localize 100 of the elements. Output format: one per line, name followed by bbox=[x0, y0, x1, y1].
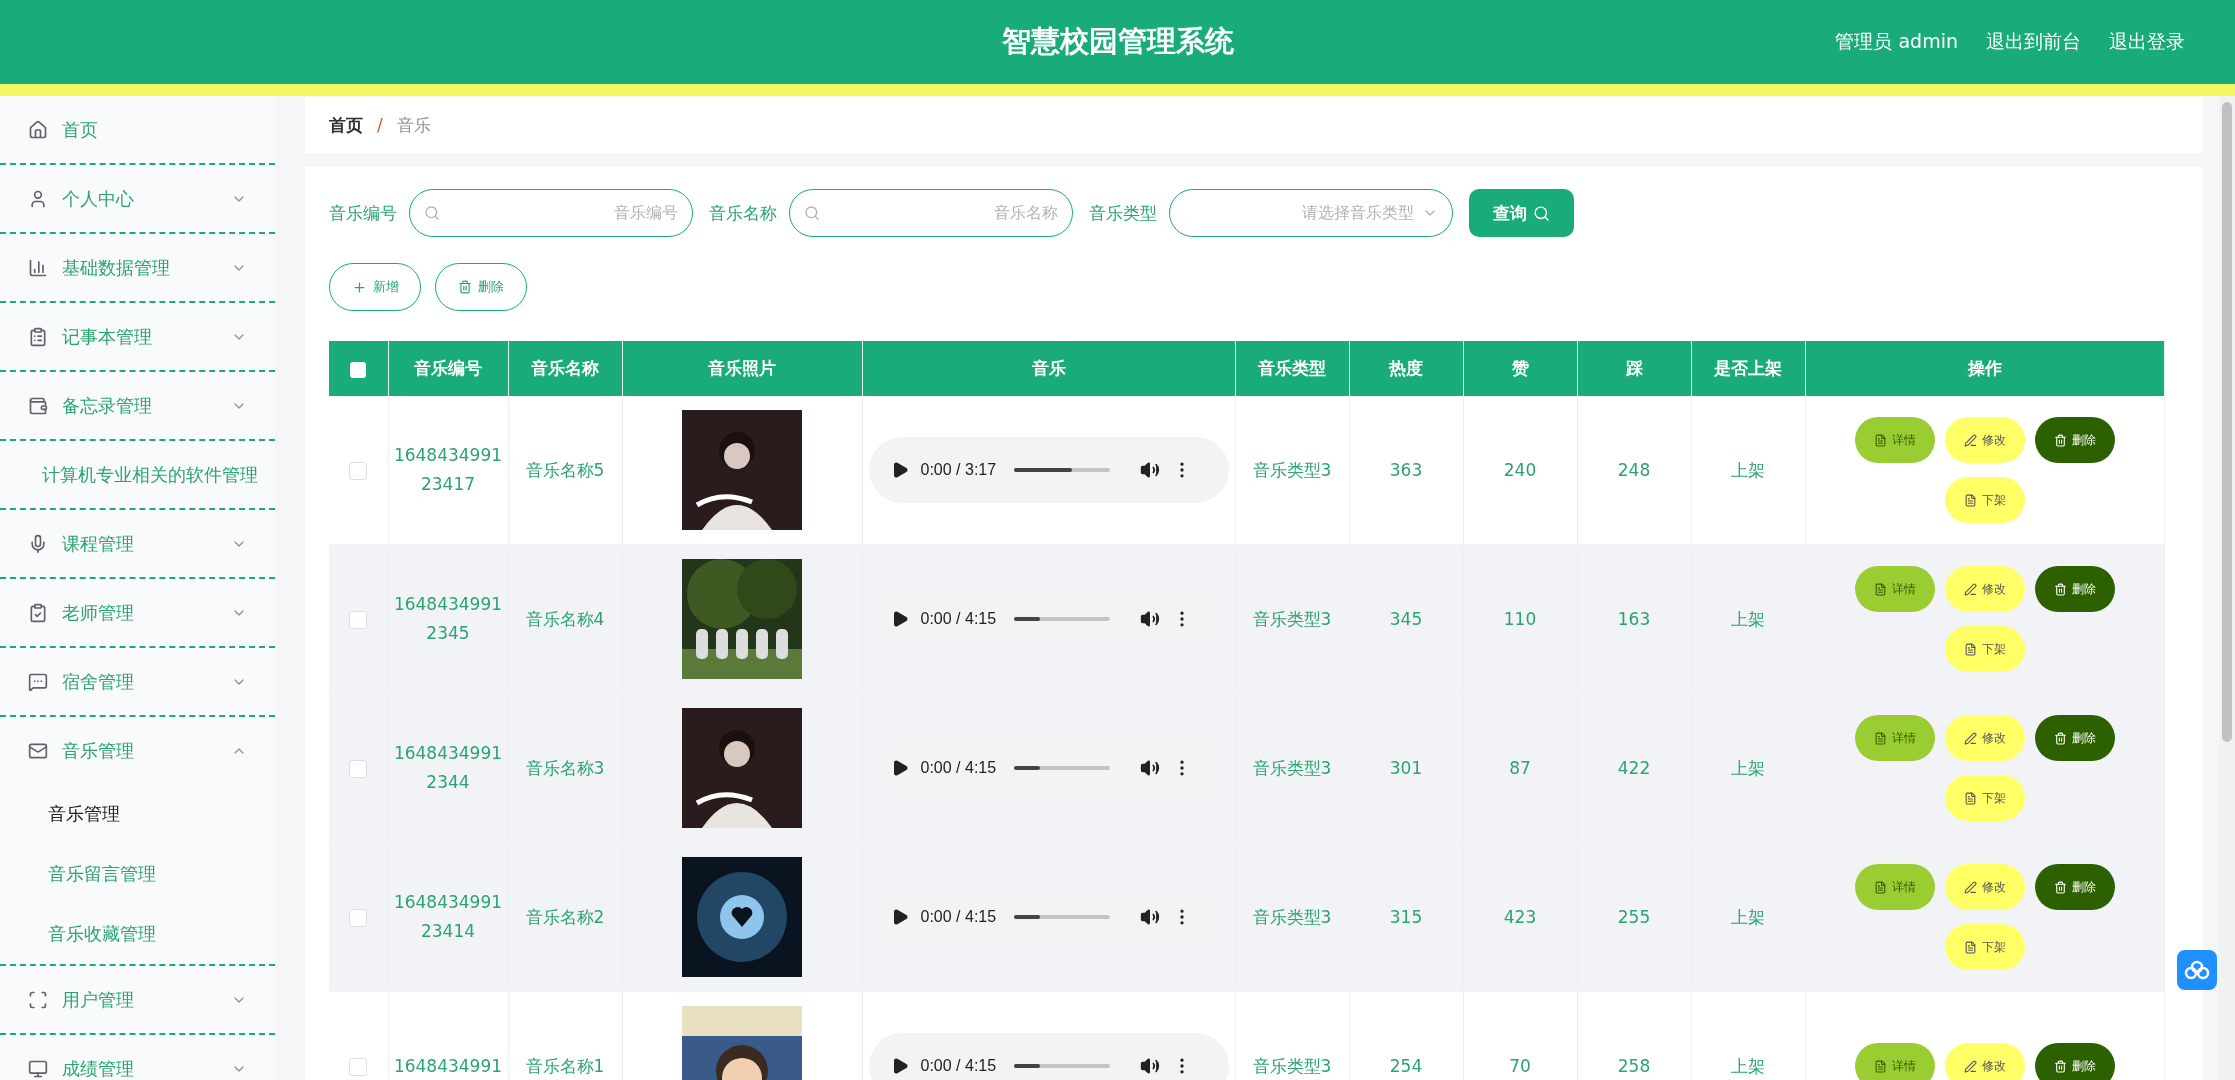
column-header: 音乐名称 bbox=[508, 341, 622, 396]
column-header: 赞 bbox=[1463, 341, 1577, 396]
submenu-item[interactable]: 音乐留言管理 bbox=[0, 844, 275, 904]
audio-player[interactable]: 0:00 / 4:15 bbox=[868, 884, 1229, 950]
submenu-item[interactable]: 音乐收藏管理 bbox=[0, 904, 275, 964]
progress-track[interactable] bbox=[1014, 468, 1111, 472]
row-action-button[interactable]: 下架 bbox=[1944, 626, 2025, 672]
sidebar-item[interactable]: 记事本管理 bbox=[0, 303, 275, 372]
column-header: 热度 bbox=[1349, 341, 1463, 396]
breadcrumb-item[interactable]: 首页 bbox=[329, 113, 363, 137]
pen-icon bbox=[1963, 433, 1977, 447]
table-cell: 上架 bbox=[1691, 991, 1805, 1080]
volume-icon[interactable] bbox=[1140, 609, 1161, 629]
volume-icon[interactable] bbox=[1140, 758, 1161, 778]
breadcrumb-separator: / bbox=[377, 115, 383, 135]
sidebar-item[interactable]: 成绩管理 bbox=[0, 1035, 275, 1080]
row-action-button[interactable]: 详情 bbox=[1854, 1043, 1935, 1080]
table-cell: 363 bbox=[1349, 396, 1463, 545]
column-header: 是否上架 bbox=[1691, 341, 1805, 396]
search-input[interactable]: 音乐编号 bbox=[448, 190, 678, 236]
app-title: 智慧校园管理系统 bbox=[1001, 23, 1234, 60]
volume-icon[interactable] bbox=[1140, 907, 1161, 927]
header-link[interactable]: 管理员 admin bbox=[1835, 29, 1958, 55]
add-button[interactable]: 新增 bbox=[329, 263, 421, 311]
row-action-button[interactable]: 详情 bbox=[1854, 864, 1935, 910]
search-icon bbox=[1533, 204, 1550, 222]
field-label: 音乐编号 bbox=[329, 201, 397, 225]
query-button[interactable]: 查询 bbox=[1469, 189, 1574, 237]
row-checkbox[interactable] bbox=[349, 1057, 368, 1076]
row-action-button[interactable]: 下架 bbox=[1944, 775, 2025, 821]
field-label: 音乐名称 bbox=[709, 201, 777, 225]
audio-player[interactable]: 0:00 / 4:15 bbox=[868, 586, 1229, 652]
submenu-item[interactable]: 音乐管理 bbox=[0, 784, 275, 844]
table-cell: 423 bbox=[1463, 842, 1577, 992]
row-action-button[interactable]: 修改 bbox=[1944, 715, 2025, 761]
table-cell: 音乐类型3 bbox=[1235, 544, 1349, 694]
audio-player[interactable]: 0:00 / 3:17 bbox=[868, 437, 1229, 503]
sidebar-item[interactable]: 首页 bbox=[0, 96, 275, 165]
row-action-button[interactable]: 删除 bbox=[2034, 715, 2115, 761]
trash-icon bbox=[458, 280, 472, 294]
table-cell: 音乐类型3 bbox=[1235, 991, 1349, 1080]
row-action-button[interactable]: 修改 bbox=[1944, 1043, 2025, 1080]
row-action-button[interactable]: 详情 bbox=[1854, 715, 1935, 761]
table-cell: 1648434991 23417 bbox=[388, 396, 508, 545]
bar-chart-icon bbox=[28, 257, 48, 278]
document-icon bbox=[1873, 582, 1887, 596]
sidebar-item[interactable]: 宿舍管理 bbox=[0, 648, 275, 717]
sidebar-item[interactable]: 课程管理 bbox=[0, 510, 275, 579]
progress-track[interactable] bbox=[1014, 766, 1111, 770]
sidebar-item[interactable]: 用户管理 bbox=[0, 966, 275, 1035]
row-action-button[interactable]: 修改 bbox=[1944, 417, 2025, 463]
volume-icon[interactable] bbox=[1140, 1056, 1161, 1076]
sidebar-item[interactable]: 计算机专业相关的软件管理 bbox=[0, 441, 275, 510]
plus-icon bbox=[351, 279, 367, 295]
table-cell: 110 bbox=[1463, 544, 1577, 694]
row-action-button[interactable]: 删除 bbox=[2034, 864, 2115, 910]
audio-player[interactable]: 0:00 / 4:15 bbox=[868, 1033, 1229, 1080]
column-header: 踩 bbox=[1577, 341, 1691, 396]
row-checkbox[interactable] bbox=[349, 610, 368, 629]
sidebar-item[interactable]: 备忘录管理 bbox=[0, 372, 275, 441]
select-input[interactable]: 请选择音乐类型 bbox=[1184, 190, 1414, 236]
row-action-button[interactable]: 下架 bbox=[1944, 477, 2025, 523]
header-link[interactable]: 退出登录 bbox=[2109, 29, 2185, 55]
progress-track[interactable] bbox=[1014, 915, 1111, 919]
search-icon bbox=[804, 205, 820, 221]
row-checkbox[interactable] bbox=[349, 461, 368, 480]
microphone-icon bbox=[28, 533, 48, 554]
row-action-button[interactable]: 详情 bbox=[1854, 417, 1935, 463]
row-checkbox[interactable] bbox=[349, 908, 368, 927]
table-cell: 上架 bbox=[1691, 544, 1805, 694]
row-action-button[interactable]: 修改 bbox=[1944, 566, 2025, 612]
audio-player[interactable]: 0:00 / 4:15 bbox=[868, 735, 1229, 801]
row-action-button[interactable]: 删除 bbox=[2034, 1043, 2115, 1080]
search-input[interactable]: 音乐名称 bbox=[828, 190, 1058, 236]
document-icon bbox=[1963, 493, 1977, 507]
document-icon bbox=[1873, 1059, 1887, 1073]
row-action-button[interactable]: 删除 bbox=[2034, 417, 2115, 463]
sidebar-item[interactable]: 老师管理 bbox=[0, 579, 275, 648]
volume-icon[interactable] bbox=[1140, 460, 1161, 480]
pen-icon bbox=[1963, 880, 1977, 894]
table-cell: 音乐名称5 bbox=[508, 396, 622, 545]
floating-button[interactable] bbox=[2177, 950, 2217, 990]
select-all-checkbox[interactable] bbox=[350, 361, 367, 378]
pen-icon bbox=[1963, 582, 1977, 596]
sidebar-item[interactable]: 个人中心 bbox=[0, 165, 275, 234]
row-action-button[interactable]: 删除 bbox=[2034, 566, 2115, 612]
column-header: 音乐 bbox=[862, 341, 1235, 396]
sidebar-item[interactable]: 基础数据管理 bbox=[0, 234, 275, 303]
table-cell: 422 bbox=[1577, 693, 1691, 843]
table-cell: 70 bbox=[1463, 991, 1577, 1080]
sidebar-item[interactable]: 音乐管理 bbox=[0, 717, 275, 784]
row-action-button[interactable]: 修改 bbox=[1944, 864, 2025, 910]
progress-track[interactable] bbox=[1014, 1064, 1111, 1068]
scrollbar[interactable] bbox=[2219, 96, 2235, 1080]
row-checkbox[interactable] bbox=[349, 759, 368, 778]
row-action-button[interactable]: 详情 bbox=[1854, 566, 1935, 612]
row-action-button[interactable]: 下架 bbox=[1944, 924, 2025, 970]
delete-button[interactable]: 删除 bbox=[435, 263, 527, 311]
header-link[interactable]: 退出到前台 bbox=[1986, 29, 2081, 55]
progress-track[interactable] bbox=[1014, 617, 1111, 621]
